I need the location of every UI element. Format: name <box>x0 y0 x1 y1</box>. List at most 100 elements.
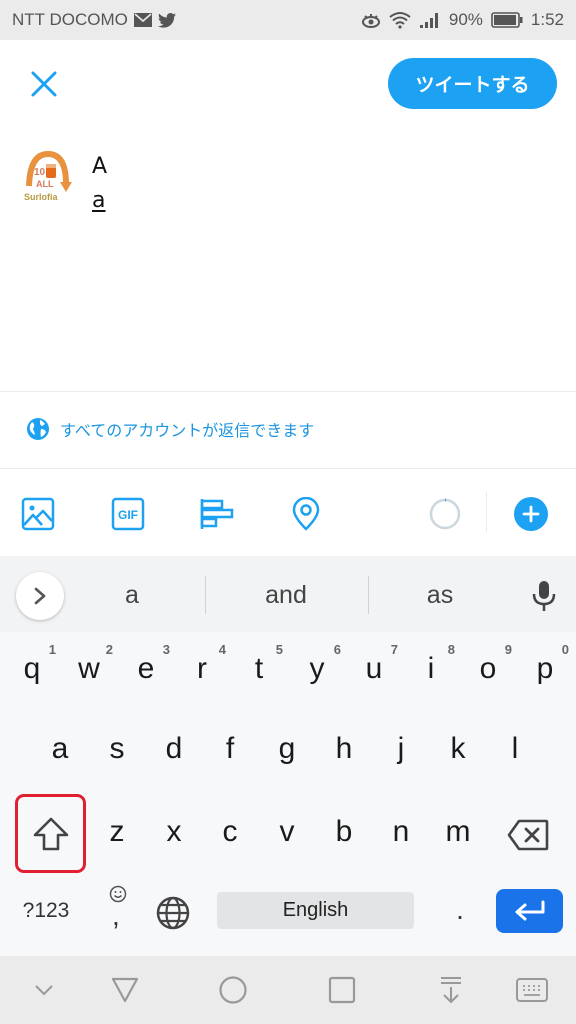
key-d[interactable]: d <box>146 714 202 784</box>
suggestion-item[interactable]: as <box>380 576 500 614</box>
key-label: t <box>254 652 264 685</box>
avatar-badge-all: ALL <box>36 179 54 189</box>
key-u[interactable]: u7 <box>346 634 402 704</box>
back-button[interactable] <box>105 972 145 1008</box>
key-hint-number: 2 <box>105 642 113 657</box>
enter-arrow-icon <box>515 900 544 921</box>
text-line-composing: a <box>92 188 106 213</box>
hide-keyboard-button[interactable] <box>24 972 64 1008</box>
add-poll-button[interactable] <box>199 496 235 532</box>
mail-icon <box>133 13 152 27</box>
globe-icon <box>156 896 190 930</box>
key-q[interactable]: q1 <box>4 634 60 704</box>
tweet-button[interactable]: ツイートする <box>388 58 557 109</box>
key-w[interactable]: w2 <box>61 634 117 704</box>
key-y[interactable]: y6 <box>289 634 345 704</box>
location-icon <box>292 497 320 531</box>
key-p[interactable]: p0 <box>517 634 573 704</box>
key-g[interactable]: g <box>259 714 315 784</box>
key-e[interactable]: e3 <box>118 634 174 704</box>
microphone-icon <box>532 581 556 611</box>
space-key[interactable]: English <box>217 892 414 929</box>
add-location-button[interactable] <box>288 496 324 532</box>
close-button[interactable] <box>26 66 62 102</box>
keyboard: a and as q1w2e3r4t5y6u7i8o9p0 asdfghjkl … <box>0 556 576 956</box>
key-hint-number: 7 <box>390 642 398 657</box>
expand-toolbar-button[interactable] <box>16 572 64 620</box>
wifi-icon <box>389 11 411 29</box>
text-line: A <box>92 154 108 179</box>
reply-setting-button[interactable]: すべてのアカウントが返信できます <box>26 417 314 441</box>
key-b[interactable]: b <box>316 797 372 867</box>
key-label: q <box>23 652 41 685</box>
home-button[interactable] <box>213 972 253 1008</box>
key-s[interactable]: s <box>89 714 145 784</box>
key-hint-number: 4 <box>218 642 226 657</box>
key-o[interactable]: o9 <box>460 634 516 704</box>
eye-comfort-icon <box>361 12 381 28</box>
key-a[interactable]: a <box>32 714 88 784</box>
key-label: u <box>365 652 383 685</box>
character-counter <box>427 496 463 532</box>
suggestion-divider <box>205 576 206 614</box>
close-icon <box>31 71 57 97</box>
avatar-name: Surlofia <box>24 192 58 202</box>
voice-input-button[interactable] <box>528 576 560 616</box>
shift-arrow-icon <box>33 817 68 850</box>
add-tweet-button[interactable] <box>514 497 548 531</box>
key-l[interactable]: l <box>487 714 543 784</box>
suggestion-item[interactable]: a <box>72 576 192 614</box>
shift-key[interactable] <box>15 794 86 873</box>
key-k[interactable]: k <box>430 714 486 784</box>
key-hint-number: 6 <box>333 642 341 657</box>
key-c[interactable]: c <box>202 797 258 867</box>
add-image-button[interactable] <box>20 496 56 532</box>
avatar[interactable]: 10 ALL Surlofia <box>22 150 72 210</box>
key-r[interactable]: r4 <box>174 634 230 704</box>
twitter-icon <box>157 12 176 28</box>
key-x[interactable]: x <box>146 797 202 867</box>
compose-header: ツイートする <box>0 40 576 130</box>
key-hint-number: 9 <box>504 642 512 657</box>
compose-toolbar: GIF <box>0 470 576 556</box>
symbols-key[interactable]: ?123 <box>14 892 78 930</box>
key-i[interactable]: i8 <box>403 634 459 704</box>
backspace-icon <box>507 819 549 851</box>
divider <box>0 468 576 469</box>
home-circle-icon <box>219 976 247 1004</box>
key-n[interactable]: n <box>373 797 429 867</box>
backspace-key[interactable] <box>502 811 554 859</box>
key-label: r <box>197 652 207 685</box>
status-bar: NTT DOCOMO 90% 1:52 <box>0 0 576 40</box>
battery-icon <box>491 12 523 28</box>
key-hint-number: 8 <box>447 642 455 657</box>
key-label: p <box>536 652 554 685</box>
language-switch-key[interactable] <box>152 892 194 934</box>
suggestion-item[interactable]: and <box>220 576 352 614</box>
enter-key[interactable] <box>496 889 563 933</box>
keyboard-switch-button[interactable] <box>512 972 552 1008</box>
progress-ring-icon <box>429 498 461 530</box>
key-t[interactable]: t5 <box>231 634 287 704</box>
image-icon <box>21 497 55 531</box>
key-m[interactable]: m <box>430 797 486 867</box>
notification-pull-button[interactable] <box>431 972 471 1008</box>
plus-icon <box>522 505 540 523</box>
key-label: e <box>137 652 155 685</box>
key-hint-number: 1 <box>48 642 56 657</box>
recents-button[interactable] <box>322 972 362 1008</box>
key-f[interactable]: f <box>202 714 258 784</box>
key-label: o <box>479 652 497 685</box>
comma-label: , <box>112 900 120 931</box>
comma-emoji-key[interactable]: , <box>98 882 138 936</box>
period-key[interactable]: . <box>440 886 480 934</box>
key-j[interactable]: j <box>373 714 429 784</box>
gif-icon: GIF <box>111 497 145 531</box>
key-h[interactable]: h <box>316 714 372 784</box>
add-gif-button[interactable]: GIF <box>110 496 146 532</box>
key-z[interactable]: z <box>89 797 145 867</box>
keyboard-icon <box>516 978 548 1002</box>
tweet-text-input[interactable]: A a <box>92 150 107 218</box>
key-hint-number: 0 <box>561 642 569 657</box>
key-v[interactable]: v <box>259 797 315 867</box>
